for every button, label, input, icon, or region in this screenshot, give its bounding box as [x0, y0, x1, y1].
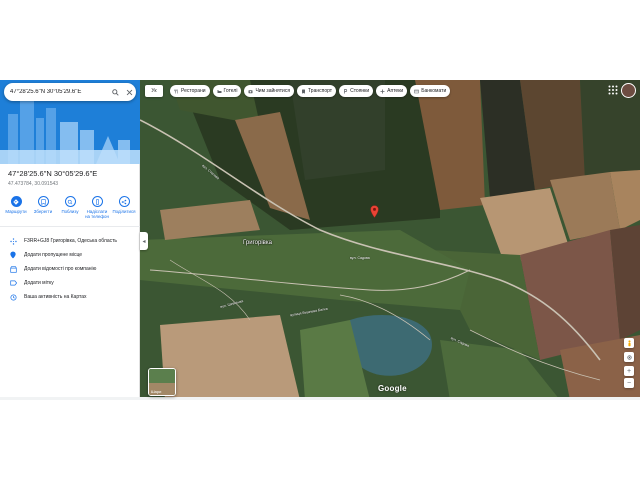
pegman-icon[interactable] — [624, 338, 634, 348]
action-label: Маршрути — [5, 209, 27, 214]
layers-button[interactable]: Шари — [148, 368, 176, 396]
chip-label: Чим зайнятися — [255, 88, 291, 94]
language-chip[interactable]: Ук — [145, 85, 163, 97]
directions-icon — [10, 196, 22, 207]
action-label: Зберегти — [33, 209, 53, 214]
chip-hotels[interactable]: Готелі — [212, 85, 242, 97]
action-label: Надіслати на телефон — [85, 209, 109, 219]
maps-app: 47°28'25.6"N 30°05'29.6"E 47°28'25.6"N 3… — [0, 80, 640, 400]
collapse-panel-button[interactable]: ◂ — [140, 232, 148, 250]
place-title: 47°28'25.6"N 30°05'29.6"E — [8, 169, 98, 178]
restaurant-icon — [174, 89, 179, 94]
chip-label: Готелі — [223, 88, 238, 94]
street-label: вул. Садова — [350, 256, 370, 260]
search-box[interactable]: 47°28'25.6"N 30°05'29.6"E — [4, 83, 136, 101]
google-logo: Google — [378, 384, 407, 393]
chip-parking[interactable]: Стоянки — [339, 85, 374, 97]
location-pin-icon[interactable] — [370, 205, 379, 218]
chip-transit[interactable]: Транспорт — [297, 85, 337, 97]
chip-restaurants[interactable]: Ресторани — [170, 85, 210, 97]
category-chips: Ресторани Готелі Чим зайнятися Транспорт… — [170, 85, 451, 97]
place-coordinates: 47.473784, 30.091543 — [8, 181, 59, 187]
nearby-icon — [64, 196, 76, 207]
list-item-add-label[interactable]: Додати мітку — [8, 276, 138, 290]
apps-grid-icon[interactable] — [608, 85, 618, 95]
list-item-plus-code[interactable]: F3RR+GJ8 Григорівка, Одеська область — [8, 234, 138, 248]
directions-button[interactable]: Маршрути — [4, 196, 28, 219]
page-top-margin — [0, 0, 640, 80]
list-item-label: Додати відомості про компанію — [24, 266, 97, 272]
plus-code-icon — [8, 237, 18, 245]
chip-atms[interactable]: Банкомати — [410, 85, 451, 97]
list-item-label: Ваша активність на Картах — [24, 294, 87, 300]
footer-bar — [0, 397, 640, 400]
divider — [0, 226, 140, 227]
satellite-imagery — [140, 80, 640, 400]
save-button[interactable]: Зберегти — [31, 196, 55, 219]
label-icon — [8, 280, 18, 286]
details-list: F3RR+GJ8 Григорівка, Одеська область Дод… — [8, 234, 138, 304]
village-label[interactable]: Григорівка — [243, 240, 272, 246]
chip-pharmacies[interactable]: Аптеки — [376, 85, 408, 97]
layers-label: Шари — [151, 389, 162, 394]
action-label: Поблизу — [61, 209, 79, 214]
list-item-label: Додати мітку — [24, 280, 54, 286]
map-canvas[interactable]: Ук Ресторани Готелі Чим зайнятися Трансп… — [140, 80, 640, 400]
chip-label: Аптеки — [387, 88, 404, 94]
zoom-out-button[interactable]: − — [624, 378, 634, 388]
nearby-button[interactable]: Поблизу — [58, 196, 82, 219]
phone-icon — [91, 196, 103, 207]
history-icon — [8, 293, 18, 301]
list-item-add-business[interactable]: Додати відомості про компанію — [8, 262, 138, 276]
search-input[interactable]: 47°28'25.6"N 30°05'29.6"E — [4, 89, 108, 95]
list-item-activity[interactable]: Ваша активність на Картах — [8, 290, 138, 304]
avatar[interactable] — [621, 83, 636, 98]
side-panel: 47°28'25.6"N 30°05'29.6"E 47°28'25.6"N 3… — [0, 80, 140, 400]
chip-label: Банкомати — [421, 88, 447, 94]
search-icon[interactable] — [108, 85, 122, 99]
action-bar: Маршрути Зберегти Поблизу Надіслати на т… — [4, 196, 136, 219]
send-to-phone-button[interactable]: Надіслати на телефон — [85, 196, 109, 219]
list-item-add-place[interactable]: Додати пропущене місце — [8, 248, 138, 262]
zoom-in-button[interactable]: + — [624, 366, 634, 376]
chip-label: Транспорт — [308, 88, 333, 94]
add-place-icon — [8, 251, 18, 259]
chip-label: Стоянки — [350, 88, 370, 94]
share-button[interactable]: Поділитися — [112, 196, 136, 219]
share-icon — [118, 196, 130, 207]
business-icon — [8, 265, 18, 273]
close-icon[interactable] — [122, 85, 136, 99]
camera-icon — [248, 89, 253, 94]
transit-icon — [301, 89, 306, 94]
action-label: Поділитися — [112, 209, 136, 214]
hotel-icon — [217, 89, 222, 94]
chip-things-to-do[interactable]: Чим зайнятися — [244, 85, 295, 97]
bookmark-icon — [37, 196, 49, 207]
list-item-label: F3RR+GJ8 Григорівка, Одеська область — [24, 238, 117, 244]
pharmacy-icon — [380, 89, 385, 94]
list-item-label: Додати пропущене місце — [24, 252, 83, 258]
chip-label: Ресторани — [181, 88, 206, 94]
parking-icon — [343, 88, 348, 94]
my-location-icon[interactable] — [624, 352, 634, 362]
atm-icon — [414, 89, 419, 94]
